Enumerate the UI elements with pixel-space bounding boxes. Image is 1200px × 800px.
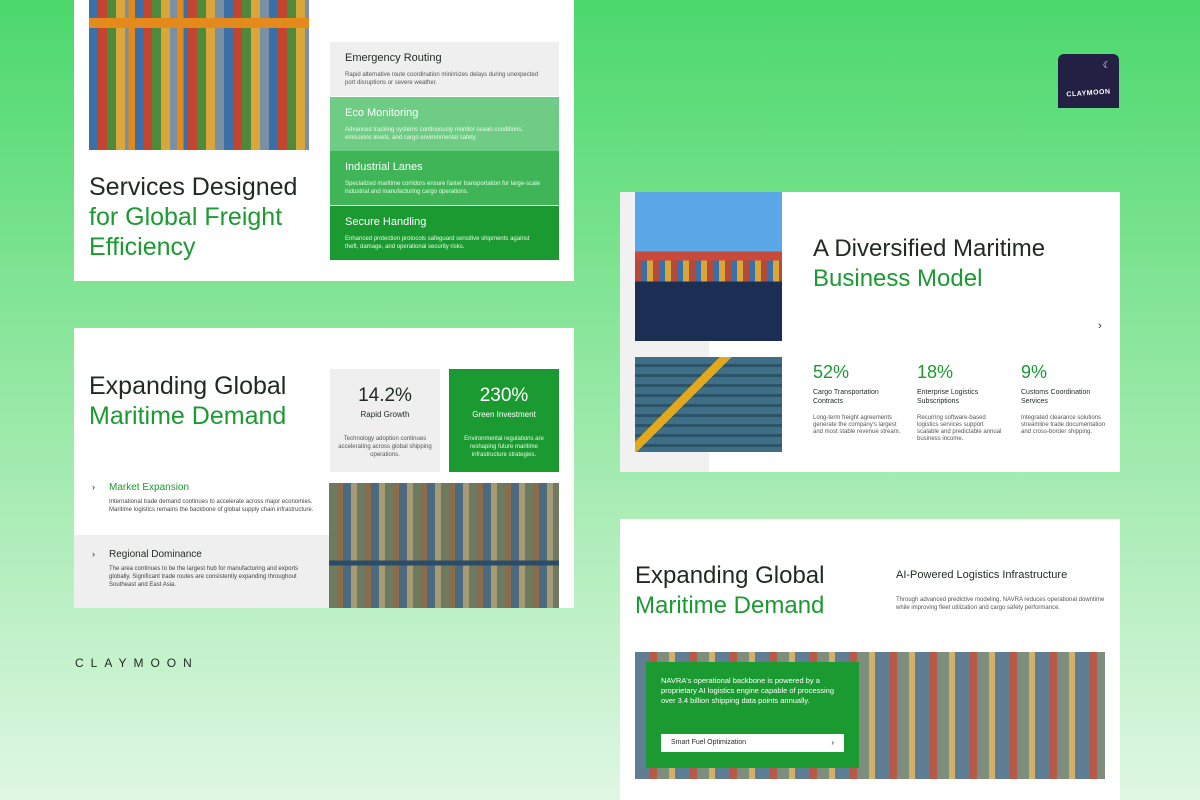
title-line: Expanding Global [635, 562, 825, 589]
kpi-label: Enterprise Logistics Subscriptions [917, 389, 979, 405]
service-desc: Specialized maritime corridors ensure fa… [345, 181, 541, 195]
stat-desc: Technology adoption continues accelerati… [338, 436, 432, 458]
service-desc: Advanced tracking systems continuously m… [345, 127, 524, 141]
stat-value: 230% [479, 385, 529, 406]
chevron-right-icon: › [92, 549, 95, 559]
callout-text: NAVRA's operational backbone is powered … [661, 676, 835, 705]
slide-services: Services Designed for Global Freight Eff… [74, 0, 574, 281]
smart-fuel-button[interactable]: Smart Fuel Optimization › [661, 734, 844, 752]
moon-icon: ☾ [1102, 60, 1111, 70]
item-title: Market Expansion [109, 482, 190, 493]
kpi-block: 18% Enterprise Logistics Subscriptions R… [917, 362, 1007, 443]
slide-title: Expanding Global Maritime Demand [635, 561, 875, 621]
button-label: Smart Fuel Optimization [671, 739, 747, 746]
item-desc: The area continues to be the largest hub… [109, 566, 299, 588]
service-card: Industrial Lanes Specialized maritime co… [330, 151, 559, 205]
stat-card: 14.2% Rapid Growth Technology adoption c… [330, 369, 440, 472]
kpi-value: 9% [1021, 362, 1048, 382]
slide-title: A Diversified Maritime Business Model [813, 234, 1103, 294]
section-body: Through advanced predictive modeling, NA… [896, 597, 1105, 611]
title-line: Efficiency [89, 233, 196, 261]
stat-value: 14.2% [358, 385, 412, 406]
slide-ai-infrastructure: Expanding Global Maritime Demand AI-Powe… [620, 519, 1120, 800]
crane-containers-photo [635, 357, 782, 452]
item-title: Regional Dominance [109, 549, 202, 560]
kpi-block: 52% Cargo Transportation Contracts Long-… [813, 362, 903, 436]
chevron-right-icon: › [831, 738, 834, 747]
slide-business-model: A Diversified Maritime Business Model › … [620, 192, 1120, 472]
container-port-photo [89, 0, 309, 150]
kpi-block: 9% Customs Coordination Services Integra… [1021, 362, 1111, 436]
service-desc: Rapid alternative route coordination min… [345, 72, 539, 86]
slide-maritime-demand: Expanding Global Maritime Demand 14.2% R… [74, 328, 574, 608]
service-title: Industrial Lanes [345, 161, 423, 173]
stat-card: 230% Green Investment Environmental regu… [449, 369, 559, 472]
callout-box: NAVRA's operational backbone is powered … [646, 662, 859, 768]
slide-title: Expanding Global Maritime Demand [89, 371, 319, 431]
stat-label: Green Investment [472, 410, 536, 419]
kpi-desc: Recurring software-based logistics servi… [917, 415, 1002, 442]
title-line: Maritime Demand [89, 402, 287, 430]
section-heading: AI-Powered Logistics Infrastructure [896, 569, 1068, 581]
kpi-desc: Integrated clearance solutions streamlin… [1021, 415, 1106, 435]
title-line: for Global Freight [89, 203, 283, 231]
title-line: Services Designed [89, 173, 298, 201]
kpi-desc: Long-term freight agreements generate th… [813, 415, 901, 435]
slide-title: Services Designed for Global Freight Eff… [89, 172, 319, 262]
title-line: A Diversified Maritime [813, 235, 1046, 262]
kpi-value: 18% [917, 362, 954, 382]
brand-logo: ☾ CLAYMOON [1058, 54, 1119, 108]
logo-text: CLAYMOON [1066, 88, 1111, 99]
kpi-label: Customs Coordination Services [1021, 389, 1091, 405]
brand-wordmark: CLAYMOON [75, 656, 199, 670]
kpi-label: Cargo Transportation Contracts [813, 389, 879, 405]
title-line: Business Model [813, 265, 983, 292]
title-line: Maritime Demand [635, 592, 825, 619]
aerial-port-photo [329, 483, 559, 608]
service-desc: Enhanced protection protocols safeguard … [345, 236, 530, 250]
title-line: Expanding Global [89, 372, 287, 400]
item-desc: International trade demand continues to … [109, 499, 314, 513]
chevron-right-icon: › [92, 482, 95, 492]
service-title: Emergency Routing [345, 52, 442, 64]
service-title: Eco Monitoring [345, 107, 419, 119]
kpi-value: 52% [813, 362, 850, 382]
chevron-right-icon[interactable]: › [1098, 320, 1102, 332]
cargo-ship-photo [635, 192, 782, 341]
service-title: Secure Handling [345, 216, 427, 228]
stat-label: Rapid Growth [360, 410, 410, 419]
service-card: Eco Monitoring Advanced tracking systems… [330, 97, 559, 151]
stat-desc: Environmental regulations are reshaping … [464, 436, 544, 458]
service-card: Secure Handling Enhanced protection prot… [330, 206, 559, 260]
service-card: Emergency Routing Rapid alternative rout… [330, 42, 559, 96]
list-item[interactable]: › Regional Dominance The area continues … [74, 535, 329, 608]
